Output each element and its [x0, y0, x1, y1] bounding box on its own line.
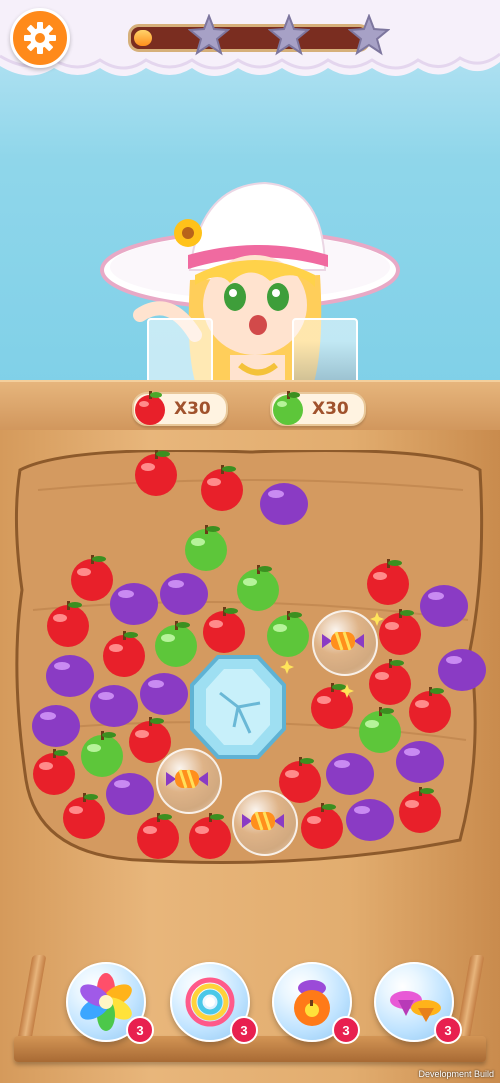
development-build-label: Development Build [418, 1069, 494, 1079]
star-icon [348, 14, 390, 56]
goal-green-apple-count: X30 [312, 399, 349, 419]
booster-count-badge: 3 [434, 1016, 462, 1044]
red-apple-piece[interactable] [198, 604, 250, 654]
sparkle-icon [340, 684, 354, 698]
booster-count-badge: 3 [230, 1016, 258, 1044]
green-apple-piece[interactable] [262, 608, 314, 658]
settings-button[interactable] [10, 8, 70, 68]
sparkle-icon [370, 612, 384, 626]
green-apple-piece[interactable] [180, 522, 232, 572]
booster-rainbow-orb[interactable]: 3 [170, 962, 258, 1044]
star-icon [268, 14, 310, 56]
plum-piece[interactable] [138, 668, 190, 718]
plum-piece[interactable] [394, 736, 446, 786]
booster-magic-pot[interactable]: 3 [272, 962, 360, 1044]
red-apple-piece[interactable] [58, 790, 110, 840]
red-apple-piece[interactable] [132, 810, 184, 860]
sparkle-icon [280, 660, 294, 674]
goal-green-apple: X30 [270, 391, 366, 426]
red-apple-piece[interactable] [42, 598, 94, 648]
booster-spinning-top[interactable]: 3 [374, 962, 462, 1044]
gear-icon [24, 22, 56, 54]
score-progress-bar [128, 24, 370, 52]
booster-count-badge: 3 [126, 1016, 154, 1044]
ice-block [190, 655, 286, 759]
red-apple-piece[interactable] [28, 746, 80, 796]
star-icon [188, 14, 230, 56]
goal-red-apple: X30 [132, 391, 228, 426]
candy-bubble[interactable] [232, 790, 298, 856]
red-apple-piece[interactable] [296, 800, 348, 850]
booster-count-badge: 3 [332, 1016, 360, 1044]
red-apple-piece[interactable] [394, 784, 446, 834]
plum-piece[interactable] [30, 700, 82, 750]
plum-piece[interactable] [324, 748, 376, 798]
red-apple-piece[interactable] [404, 684, 456, 734]
booster-rainbow-flower[interactable]: 3 [66, 962, 154, 1044]
red-apple-piece[interactable] [130, 447, 182, 497]
score-progress-fill [134, 30, 152, 46]
red-apple-icon [135, 391, 165, 425]
plum-piece[interactable] [344, 794, 396, 844]
red-apple-piece[interactable] [184, 810, 236, 860]
red-apple-piece[interactable] [362, 556, 414, 606]
green-apple-icon [273, 391, 303, 425]
goal-red-apple-count: X30 [174, 399, 211, 419]
candy-icon [322, 631, 364, 651]
red-apple-piece[interactable] [196, 462, 248, 512]
candy-icon [242, 811, 284, 831]
plum-piece[interactable] [258, 478, 310, 528]
candy-bubble[interactable] [312, 610, 378, 676]
